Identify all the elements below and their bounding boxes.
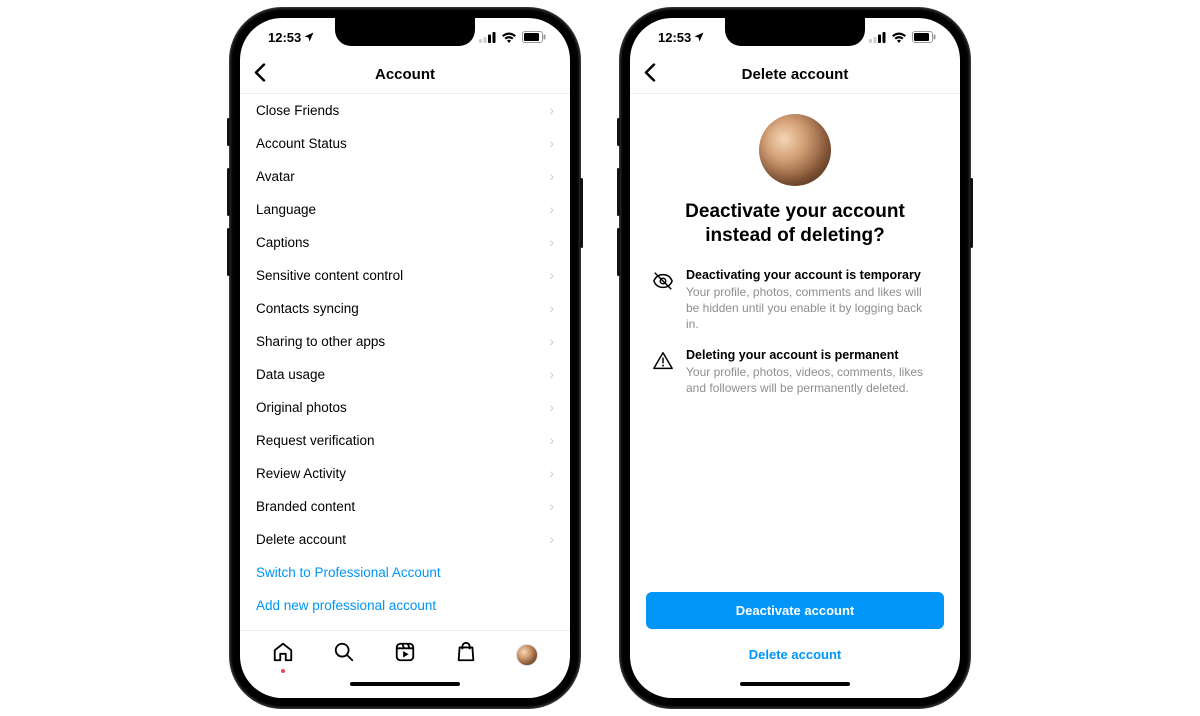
shop-icon: [455, 641, 477, 663]
search-icon: [333, 641, 355, 663]
settings-label: Captions: [256, 235, 309, 250]
phone-delete-account: 12:53 Delete account Deactivate your acc…: [620, 8, 970, 708]
home-indicator[interactable]: [630, 678, 960, 698]
settings-row-request-verification[interactable]: Request verification ›: [240, 424, 570, 457]
settings-row-contacts-syncing[interactable]: Contacts syncing ›: [240, 292, 570, 325]
chevron-left-icon: [644, 63, 656, 81]
home-icon: [272, 641, 294, 663]
chevron-right-icon: ›: [550, 532, 555, 547]
link-add-professional[interactable]: Add new professional account: [240, 589, 570, 622]
eye-off-icon: [652, 270, 674, 292]
settings-row-close-friends[interactable]: Close Friends ›: [240, 94, 570, 127]
notch: [725, 18, 865, 46]
settings-row-review-activity[interactable]: Review Activity ›: [240, 457, 570, 490]
avatar-icon: [516, 644, 538, 666]
deactivate-button[interactable]: Deactivate account: [646, 592, 944, 629]
notification-dot-icon: [281, 669, 285, 673]
chevron-right-icon: ›: [550, 400, 555, 415]
nav-header: Account: [240, 56, 570, 94]
chevron-right-icon: ›: [550, 466, 555, 481]
page-title: Account: [375, 66, 435, 83]
settings-row-data-usage[interactable]: Data usage ›: [240, 358, 570, 391]
chevron-left-icon: [254, 63, 266, 81]
chevron-right-icon: ›: [550, 235, 555, 250]
status-time: 12:53: [268, 30, 301, 45]
wifi-icon: [501, 32, 517, 43]
info-body: Your profile, photos, videos, comments, …: [686, 364, 938, 396]
delete-content: Deactivate your account instead of delet…: [630, 94, 960, 678]
info-heading: Deleting your account is permanent: [686, 348, 938, 362]
cellular-icon: [869, 32, 886, 43]
chevron-right-icon: ›: [550, 301, 555, 316]
info-deactivate: Deactivating your account is temporary Y…: [630, 268, 960, 333]
chevron-right-icon: ›: [550, 268, 555, 283]
headline: Deactivate your account instead of delet…: [630, 200, 960, 248]
settings-list[interactable]: Close Friends › Account Status › Avatar › L…: [240, 94, 570, 630]
info-body: Your profile, photos, comments and likes…: [686, 284, 938, 333]
back-button[interactable]: [644, 63, 656, 86]
settings-label: Original photos: [256, 400, 347, 415]
warning-icon: [652, 350, 674, 372]
tab-search[interactable]: [333, 641, 355, 668]
link-switch-professional[interactable]: Switch to Professional Account: [240, 556, 570, 589]
cellular-icon: [479, 32, 496, 43]
chevron-right-icon: ›: [550, 367, 555, 382]
settings-row-delete-account[interactable]: Delete account ›: [240, 523, 570, 556]
info-delete: Deleting your account is permanent Your …: [630, 348, 960, 396]
settings-row-language[interactable]: Language ›: [240, 193, 570, 226]
notch: [335, 18, 475, 46]
status-time: 12:53: [658, 30, 691, 45]
settings-label: Request verification: [256, 433, 375, 448]
settings-label: Data usage: [256, 367, 325, 382]
battery-icon: [912, 31, 936, 43]
chevron-right-icon: ›: [550, 136, 555, 151]
phone-account: 12:53 Account Close Friends › Account Sta…: [230, 8, 580, 708]
tab-bar: [240, 630, 570, 678]
reels-icon: [394, 641, 416, 663]
settings-label: Close Friends: [256, 103, 339, 118]
settings-row-sharing-apps[interactable]: Sharing to other apps ›: [240, 325, 570, 358]
chevron-right-icon: ›: [550, 169, 555, 184]
tab-reels[interactable]: [394, 641, 416, 668]
chevron-right-icon: ›: [550, 433, 555, 448]
battery-icon: [522, 31, 546, 43]
tab-shop[interactable]: [455, 641, 477, 668]
chevron-right-icon: ›: [550, 103, 555, 118]
settings-label: Language: [256, 202, 316, 217]
settings-label: Sharing to other apps: [256, 334, 385, 349]
settings-row-account-status[interactable]: Account Status ›: [240, 127, 570, 160]
location-arrow-icon: [693, 31, 705, 43]
nav-header: Delete account: [630, 56, 960, 94]
settings-label: Review Activity: [256, 466, 346, 481]
location-arrow-icon: [303, 31, 315, 43]
settings-label: Contacts syncing: [256, 301, 359, 316]
back-button[interactable]: [254, 63, 266, 86]
info-heading: Deactivating your account is temporary: [686, 268, 938, 282]
chevron-right-icon: ›: [550, 202, 555, 217]
home-indicator[interactable]: [240, 678, 570, 698]
settings-label: Delete account: [256, 532, 346, 547]
settings-row-original-photos[interactable]: Original photos ›: [240, 391, 570, 424]
tab-profile[interactable]: [516, 644, 538, 666]
settings-row-branded-content[interactable]: Branded content ›: [240, 490, 570, 523]
settings-label: Avatar: [256, 169, 295, 184]
chevron-right-icon: ›: [550, 499, 555, 514]
settings-label: Branded content: [256, 499, 355, 514]
settings-label: Sensitive content control: [256, 268, 403, 283]
wifi-icon: [891, 32, 907, 43]
settings-row-sensitive-content[interactable]: Sensitive content control ›: [240, 259, 570, 292]
settings-row-captions[interactable]: Captions ›: [240, 226, 570, 259]
profile-avatar: [759, 114, 831, 186]
tab-home[interactable]: [272, 641, 294, 668]
delete-button[interactable]: Delete account: [646, 637, 944, 672]
settings-label: Account Status: [256, 136, 347, 151]
chevron-right-icon: ›: [550, 334, 555, 349]
page-title: Delete account: [742, 66, 849, 83]
settings-row-avatar[interactable]: Avatar ›: [240, 160, 570, 193]
